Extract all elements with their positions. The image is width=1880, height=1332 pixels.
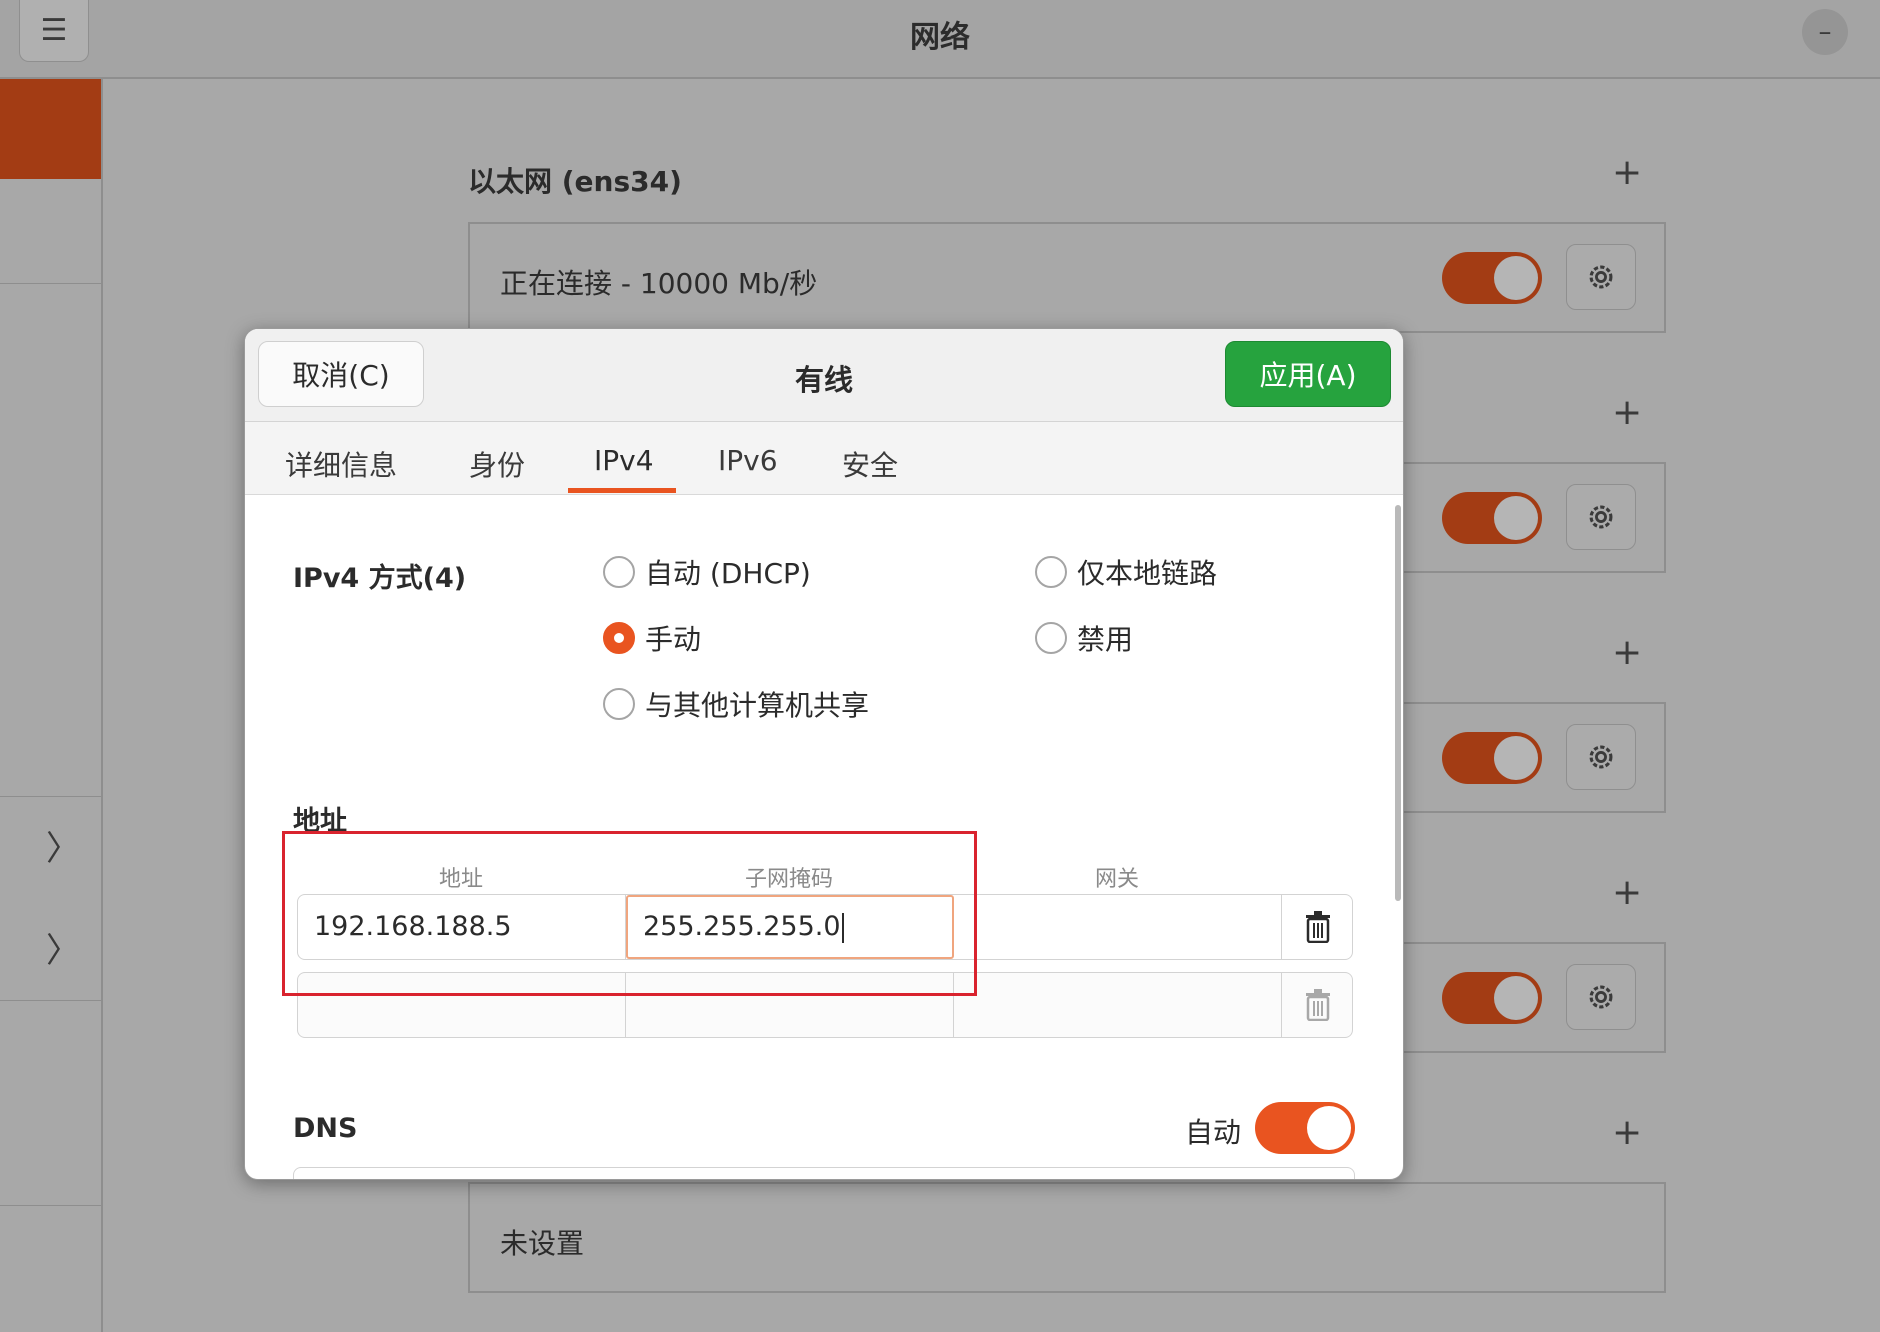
trash-icon (1300, 986, 1336, 1024)
dns-input[interactable] (293, 1167, 1355, 1179)
window-title: 网络 (910, 20, 970, 55)
wired-settings-dialog: 取消(C) 有线 应用(A) 详细信息 身份 IPv4 IPv6 安全 IPv4… (244, 328, 1404, 1180)
sidebar-item-network[interactable] (0, 79, 101, 179)
active-tab-indicator (568, 488, 676, 493)
connection-toggle[interactable] (1442, 732, 1542, 784)
radio-button[interactable] (603, 688, 635, 720)
connection-status: 正在连接 - 10000 Mb/秒 (500, 267, 818, 300)
connection-toggle[interactable] (1442, 492, 1542, 544)
sidebar-divider (0, 1205, 101, 1206)
gear-icon[interactable] (1566, 964, 1636, 1030)
highlight-box (282, 831, 977, 996)
gateway-input[interactable] (954, 895, 1282, 959)
radio-auto-dhcp[interactable]: 自动 (DHCP) (603, 552, 811, 592)
chevron-right-icon[interactable]: 〉 (46, 923, 80, 972)
connection-status: 未设置 (500, 1227, 585, 1260)
dns-auto-label: 自动 (1185, 1116, 1242, 1149)
tab-details[interactable]: 详细信息 (285, 444, 397, 484)
title-bar: ☰ 网络 – (0, 0, 1880, 79)
radio-link-local[interactable]: 仅本地链路 (1035, 552, 1217, 592)
dns-auto-toggle[interactable] (1255, 1102, 1355, 1154)
radio-manual[interactable]: 手动 (603, 618, 701, 658)
radio-disabled[interactable]: 禁用 (1035, 618, 1133, 658)
sidebar-divider (0, 1000, 101, 1001)
ethernet-section-title: 以太网 (ens34) (468, 165, 682, 198)
connection-card: 正在连接 - 10000 Mb/秒 (468, 222, 1666, 333)
sidebar: 〉 〉 (0, 79, 103, 1332)
add-connection-plus-icon[interactable]: + (1612, 152, 1642, 193)
minimize-button[interactable]: – (1802, 9, 1848, 55)
scrollbar[interactable] (1395, 505, 1401, 901)
ipv4-method-label: IPv4 方式(4) (293, 563, 467, 594)
add-connection-plus-icon[interactable]: + (1612, 872, 1642, 913)
gateway-input[interactable] (954, 973, 1282, 1037)
sidebar-divider (0, 796, 101, 797)
connection-card: 未设置 (468, 1182, 1666, 1293)
tab-bar: 详细信息 身份 IPv4 IPv6 安全 (245, 422, 1403, 495)
chevron-right-icon[interactable]: 〉 (46, 821, 80, 870)
radio-button[interactable] (603, 622, 635, 654)
connection-toggle[interactable] (1442, 972, 1542, 1024)
add-connection-plus-icon[interactable]: + (1612, 1112, 1642, 1153)
trash-icon[interactable] (1300, 908, 1336, 946)
apply-button[interactable]: 应用(A) (1225, 341, 1391, 407)
gear-icon[interactable] (1566, 244, 1636, 310)
radio-label: 禁用 (1077, 623, 1134, 656)
tab-security[interactable]: 安全 (842, 444, 898, 484)
connection-toggle[interactable] (1442, 252, 1542, 304)
tab-ipv4[interactable]: IPv4 (594, 444, 654, 477)
sidebar-divider (0, 283, 101, 284)
dialog-header: 取消(C) 有线 应用(A) (245, 329, 1403, 422)
dns-label: DNS (293, 1113, 358, 1144)
tab-identity[interactable]: 身份 (469, 444, 525, 484)
radio-button[interactable] (603, 556, 635, 588)
minimize-icon: – (1818, 17, 1832, 47)
radio-button[interactable] (1035, 556, 1067, 588)
radio-label: 与其他计算机共享 (645, 689, 870, 722)
radio-label: 自动 (DHCP) (645, 557, 811, 590)
tab-ipv6[interactable]: IPv6 (718, 444, 778, 477)
column-header-gateway: 网关 (1094, 867, 1139, 892)
gear-icon[interactable] (1566, 484, 1636, 550)
radio-button[interactable] (1035, 622, 1067, 654)
gear-icon[interactable] (1566, 724, 1636, 790)
radio-label: 手动 (645, 623, 702, 656)
add-connection-plus-icon[interactable]: + (1612, 632, 1642, 673)
radio-shared[interactable]: 与其他计算机共享 (603, 684, 869, 724)
add-connection-plus-icon[interactable]: + (1612, 392, 1642, 433)
radio-label: 仅本地链路 (1077, 557, 1218, 590)
